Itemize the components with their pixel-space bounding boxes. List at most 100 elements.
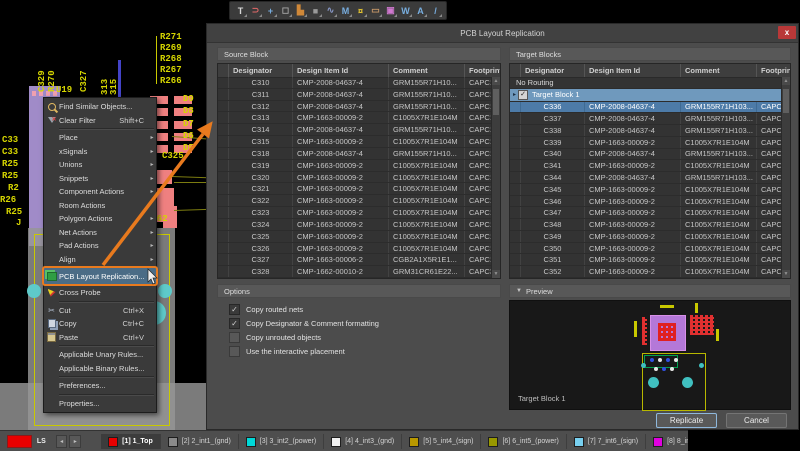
magnet-icon[interactable]: ⊃ <box>248 4 263 18</box>
menu-item-cross-probe[interactable]: Cross Probe <box>44 286 156 300</box>
table-row[interactable]: C340CMP-2008-04637-4GRM155R71H103...CAPC… <box>510 149 782 161</box>
option-copy-routed-nets[interactable]: ✓Copy routed nets <box>229 302 501 316</box>
layer-tab-5-5-int4-sign[interactable]: [5] 5_int4_(sign) <box>402 434 481 449</box>
source-block-table[interactable]: DesignatorDesign Item IdCommentFootprint… <box>217 63 501 279</box>
table-row[interactable]: C310CMP-2008-04637-4GRM155R71H10...CAPC1… <box>218 77 492 89</box>
layer-tab-7-7-int6-sign[interactable]: [7] 7_int6_(sign) <box>567 434 646 449</box>
menu-item-applicable-binary-rules[interactable]: Applicable Binary Rules... <box>44 362 156 376</box>
source-table-scrollbar[interactable]: ▲ ▼ <box>491 77 500 278</box>
table-row[interactable]: C351CMP-1663-00009-2C1005X7R1E104MCAPC10… <box>510 254 782 266</box>
column-header-design-item-id[interactable]: Design Item Id <box>292 64 388 77</box>
menu-item-properties[interactable]: Properties... <box>44 397 156 411</box>
menu-item-polygon-actions[interactable]: Polygon Actions▸ <box>44 212 156 226</box>
dialog-titlebar[interactable]: PCB Layout Replication x <box>207 24 798 43</box>
column-header-designator[interactable]: Designator <box>228 64 292 77</box>
table-row[interactable]: C337CMP-2008-04637-4GRM155R71H103...CAPC… <box>510 113 782 125</box>
menu-item-clear-filter[interactable]: Clear FilterShift+C <box>44 114 156 128</box>
menu-item-preferences[interactable]: Preferences... <box>44 379 156 393</box>
close-icon[interactable]: x <box>778 26 796 39</box>
layer-tab-2-2-int1-gnd[interactable]: [2] 2_int1_(gnd) <box>161 434 239 449</box>
scroll-thumb[interactable] <box>783 89 789 113</box>
menu-item-pad-actions[interactable]: Pad Actions▸ <box>44 239 156 253</box>
table-row[interactable]: C323CMP-1663-00009-2C1005X7R1E104MCAPC10… <box>218 207 492 219</box>
layer-tab-4-4-int3-gnd[interactable]: [4] 4_int3_(gnd) <box>324 434 402 449</box>
table-row[interactable]: C319CMP-1663-00009-2C1005X7R1E104MCAPC10… <box>218 160 492 172</box>
table-row[interactable]: C338CMP-2008-04637-4GRM155R71H103...CAPC… <box>510 125 782 137</box>
table-row[interactable]: C344CMP-2008-04637-4GRM155R71H103...CAPC… <box>510 172 782 184</box>
menu-item-paste[interactable]: PasteCtrl+V <box>44 331 156 345</box>
table-row[interactable]: C327CMP-1663-00006-2CGB2A1X5R1E1...CAPC1… <box>218 254 492 266</box>
menu-item-unions[interactable]: Unions▸ <box>44 158 156 172</box>
image-icon[interactable]: ▣ <box>383 4 398 18</box>
table-row[interactable]: C345CMP-1663-00009-2C1005X7R1E104MCAPC10… <box>510 184 782 196</box>
table-row[interactable]: C348CMP-1663-00009-2C1005X7R1E104MCAPC10… <box>510 219 782 231</box>
line-icon[interactable]: / <box>428 4 443 18</box>
option-use-the-interactive-placement[interactable]: Use the interactive placement <box>229 344 501 358</box>
target-blocks-table[interactable]: DesignatorDesign Item IdCommentFootprint… <box>509 63 791 279</box>
table-row[interactable]: C350CMP-1663-00009-2C1005X7R1E104MCAPC10… <box>510 243 782 255</box>
room-icon[interactable]: ▭ <box>368 4 383 18</box>
menu-item-cut[interactable]: CutCtrl+X <box>44 304 156 318</box>
column-header-designator[interactable]: Designator <box>520 64 584 77</box>
route-icon[interactable]: ∿ <box>323 4 338 18</box>
table-row[interactable]: C315CMP-1663-00009-2C1005X7R1E104MCAPC10… <box>218 136 492 148</box>
option-copy-unrouted-objects[interactable]: Copy unrouted objects <box>229 330 501 344</box>
column-header-design-item-id[interactable]: Design Item Id <box>584 64 680 77</box>
table-row[interactable]: C318CMP-2008-04637-4GRM155R71H10...CAPC1… <box>218 148 492 160</box>
table-row[interactable]: C320CMP-1663-00009-2C1005X7R1E104MCAPC10… <box>218 172 492 184</box>
layer-tab-6-6-int5-power[interactable]: [6] 6_int5_(power) <box>481 434 566 449</box>
key-icon[interactable]: ¤ <box>353 4 368 18</box>
menu-item-xsignals[interactable]: xSignals▸ <box>44 145 156 159</box>
menu-item-align[interactable]: Align▸ <box>44 253 156 267</box>
measure-icon[interactable]: M <box>338 4 353 18</box>
select-filter-icon[interactable]: T <box>233 4 248 18</box>
table-row[interactable]: C312CMP-2008-04637-4GRM155R71H10...CAPC1… <box>218 101 492 113</box>
menu-item-place[interactable]: Place▸ <box>44 131 156 145</box>
scroll-down-icon[interactable]: ▼ <box>782 270 790 278</box>
menu-item-component-actions[interactable]: Component Actions▸ <box>44 185 156 199</box>
target-table-scrollbar[interactable]: ▲ ▼ <box>781 77 790 278</box>
menu-item-pcb-layout-replication[interactable]: PCB Layout Replication... <box>42 266 158 286</box>
expand-icon[interactable]: ▸ <box>513 91 516 98</box>
column-header-footprint[interactable]: Footprint <box>756 64 790 77</box>
crosshair-icon[interactable]: + <box>263 4 278 18</box>
replicate-button[interactable]: Replicate <box>656 413 717 428</box>
table-row[interactable]: C347CMP-1663-00009-2C1005X7R1E104MCAPC10… <box>510 207 782 219</box>
target-block-row[interactable]: ▸✓Target Block 1 <box>510 89 782 102</box>
table-row[interactable]: C325CMP-1663-00009-2C1005X7R1E104MCAPC10… <box>218 231 492 243</box>
checkbox-icon[interactable] <box>229 332 240 343</box>
table-row[interactable]: C341CMP-1663-00009-2C1005X7R1E104MCAPC10… <box>510 160 782 172</box>
option-copy-designator-comment-formatting[interactable]: ✓Copy Designator & Comment formatting <box>229 316 501 330</box>
table-row[interactable]: C336CMP-2008-04637-4GRM155R71H103...CAPC… <box>510 102 782 114</box>
block-checkbox[interactable]: ✓ <box>518 90 528 100</box>
layer-tab-3-3-int2-power[interactable]: [3] 3_int2_(power) <box>239 434 324 449</box>
fill-icon[interactable]: ■ <box>308 4 323 18</box>
menu-item-net-actions[interactable]: Net Actions▸ <box>44 226 156 240</box>
table-row[interactable]: C313CMP-1663-00009-2C1005X7R1E104MCAPC10… <box>218 112 492 124</box>
polygon-pour-icon[interactable]: ▙ <box>293 4 308 18</box>
menu-item-copy[interactable]: CopyCtrl+C <box>44 317 156 331</box>
scroll-layers-right-icon[interactable]: ▸ <box>69 435 81 448</box>
text-string-icon[interactable]: A <box>413 4 428 18</box>
menu-item-snippets[interactable]: Snippets▸ <box>44 172 156 186</box>
menu-item-applicable-unary-rules[interactable]: Applicable Unary Rules... <box>44 348 156 362</box>
menu-item-find-similar-objects[interactable]: Find Similar Objects... <box>44 100 156 114</box>
scroll-layers-left-icon[interactable]: ◂ <box>56 435 68 448</box>
column-header-comment[interactable]: Comment <box>680 64 756 77</box>
current-layer-swatch[interactable] <box>7 435 32 448</box>
table-row[interactable]: C328CMP-1662-00010-2GRM31CR61E22...CAPC3… <box>218 266 492 278</box>
preview-header[interactable]: ▼ Preview <box>509 284 791 298</box>
layer-tab-1-1-top[interactable]: [1] 1_Top <box>101 434 161 449</box>
column-header-footprint[interactable]: Footprint <box>464 64 500 77</box>
cancel-button[interactable]: Cancel <box>726 413 787 428</box>
table-row[interactable]: C339CMP-1663-00009-2C1005X7R1E104MCAPC10… <box>510 137 782 149</box>
table-row[interactable]: C321CMP-1663-00009-2C1005X7R1E104MCAPC10… <box>218 183 492 195</box>
waveform-icon[interactable]: W <box>398 4 413 18</box>
table-group-row[interactable]: No Routing <box>510 77 782 89</box>
scroll-down-icon[interactable]: ▼ <box>492 270 500 278</box>
checkbox-icon[interactable]: ✓ <box>229 318 240 329</box>
table-row[interactable]: C311CMP-2008-04637-4GRM155R71H10...CAPC1… <box>218 89 492 101</box>
scroll-up-icon[interactable]: ▲ <box>492 77 500 85</box>
table-row[interactable]: C326CMP-1663-00009-2C1005X7R1E104MCAPC10… <box>218 243 492 255</box>
scroll-thumb[interactable] <box>493 89 499 115</box>
